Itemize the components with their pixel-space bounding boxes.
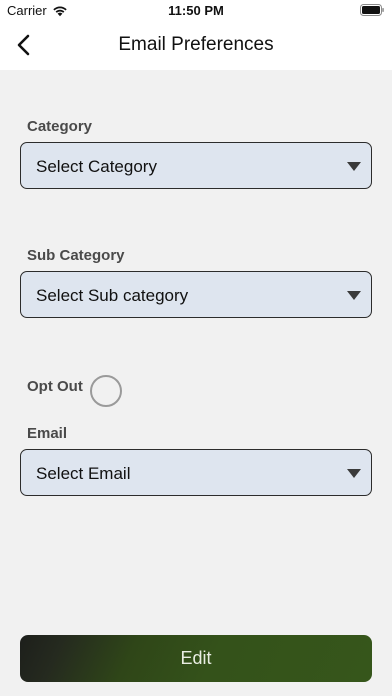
top-bar: Carrier 11:50 PM Email Preferences [0,0,392,70]
battery-icon [360,4,384,16]
status-time: 11:50 PM [168,3,224,18]
opt-out-label: Opt Out [27,378,83,395]
category-select-value: Select Category [36,157,157,176]
category-select[interactable]: Select Category [20,142,372,189]
caret-down-icon [347,469,361,478]
edit-button-label: Edit [180,648,212,668]
sub-category-select-value: Select Sub category [36,286,189,305]
edit-button[interactable]: Edit [20,635,372,682]
email-preferences-screen: Carrier 11:50 PM Email Preferences Categ… [0,0,392,696]
status-bar: Carrier 11:50 PM [0,0,392,22]
navigation-bar: Email Preferences [0,22,392,70]
sub-category-label: Sub Category [27,247,125,264]
caret-down-icon [347,162,361,171]
caret-down-icon [347,291,361,300]
email-label: Email [27,425,68,442]
opt-out-radio[interactable] [90,375,122,407]
page-title: Email Preferences [118,34,274,55]
sub-category-select[interactable]: Select Sub category [20,271,372,318]
email-select-value: Select Email [36,464,131,483]
category-label: Category [27,118,93,135]
email-select[interactable]: Select Email [20,449,372,496]
